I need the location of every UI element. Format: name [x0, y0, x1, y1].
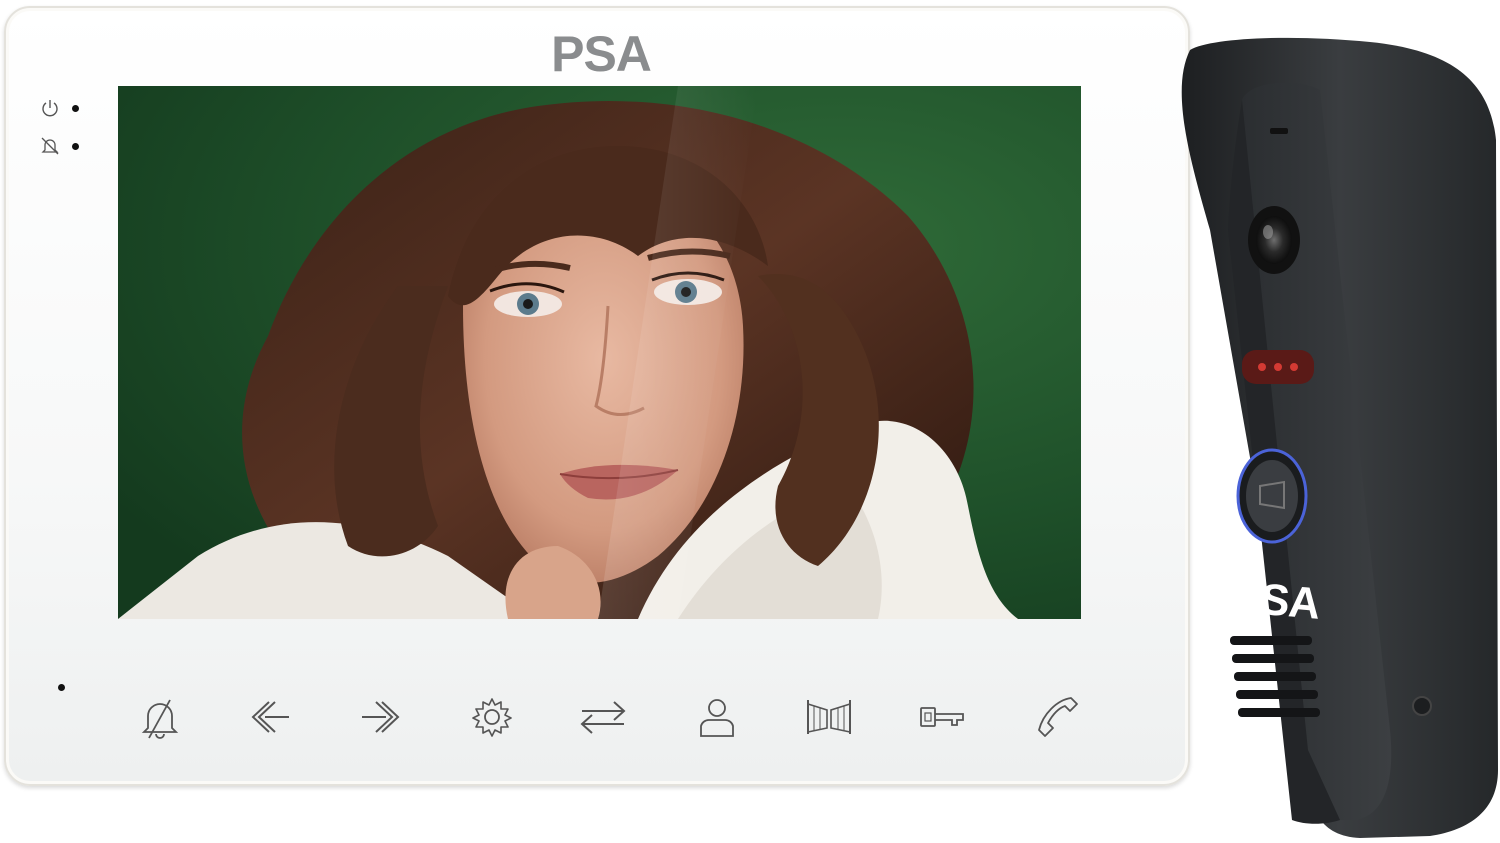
portrait-image — [118, 86, 1081, 619]
microphone-slot — [1270, 128, 1288, 134]
mute-bell-button[interactable] — [135, 694, 185, 740]
door-station: PSA — [1150, 30, 1500, 840]
mute-icon — [40, 136, 60, 156]
power-indicator — [72, 105, 79, 112]
camera-lens-icon — [1256, 216, 1292, 264]
bell-off-icon — [141, 699, 179, 739]
display-screen — [118, 86, 1081, 619]
gear-icon — [472, 698, 512, 737]
door-brand-logo: PSA — [1230, 572, 1322, 629]
arrow-left-icon — [251, 701, 289, 733]
monitor-button[interactable] — [692, 694, 742, 740]
person-icon — [700, 699, 734, 737]
transfer-button[interactable] — [578, 694, 628, 740]
mute-indicator — [72, 143, 79, 150]
forward-button[interactable] — [356, 694, 406, 740]
unlock-button[interactable] — [917, 694, 967, 740]
gate-icon — [807, 700, 851, 734]
monitor-brand-logo: PSA — [551, 26, 652, 82]
key-icon — [920, 707, 964, 727]
back-button[interactable] — [245, 694, 295, 740]
gate-button[interactable] — [804, 694, 854, 740]
product-image: PSA PSA — [0, 0, 1500, 843]
microphone-hole — [58, 684, 65, 691]
phone-handset-icon — [1038, 697, 1078, 737]
power-icon — [40, 98, 60, 118]
talk-button[interactable] — [1031, 694, 1081, 740]
indoor-monitor: PSA — [4, 6, 1190, 786]
settings-button[interactable] — [467, 694, 517, 740]
mounting-screw — [1412, 696, 1432, 716]
arrow-right-icon — [362, 701, 400, 733]
swap-arrows-icon — [580, 701, 626, 734]
